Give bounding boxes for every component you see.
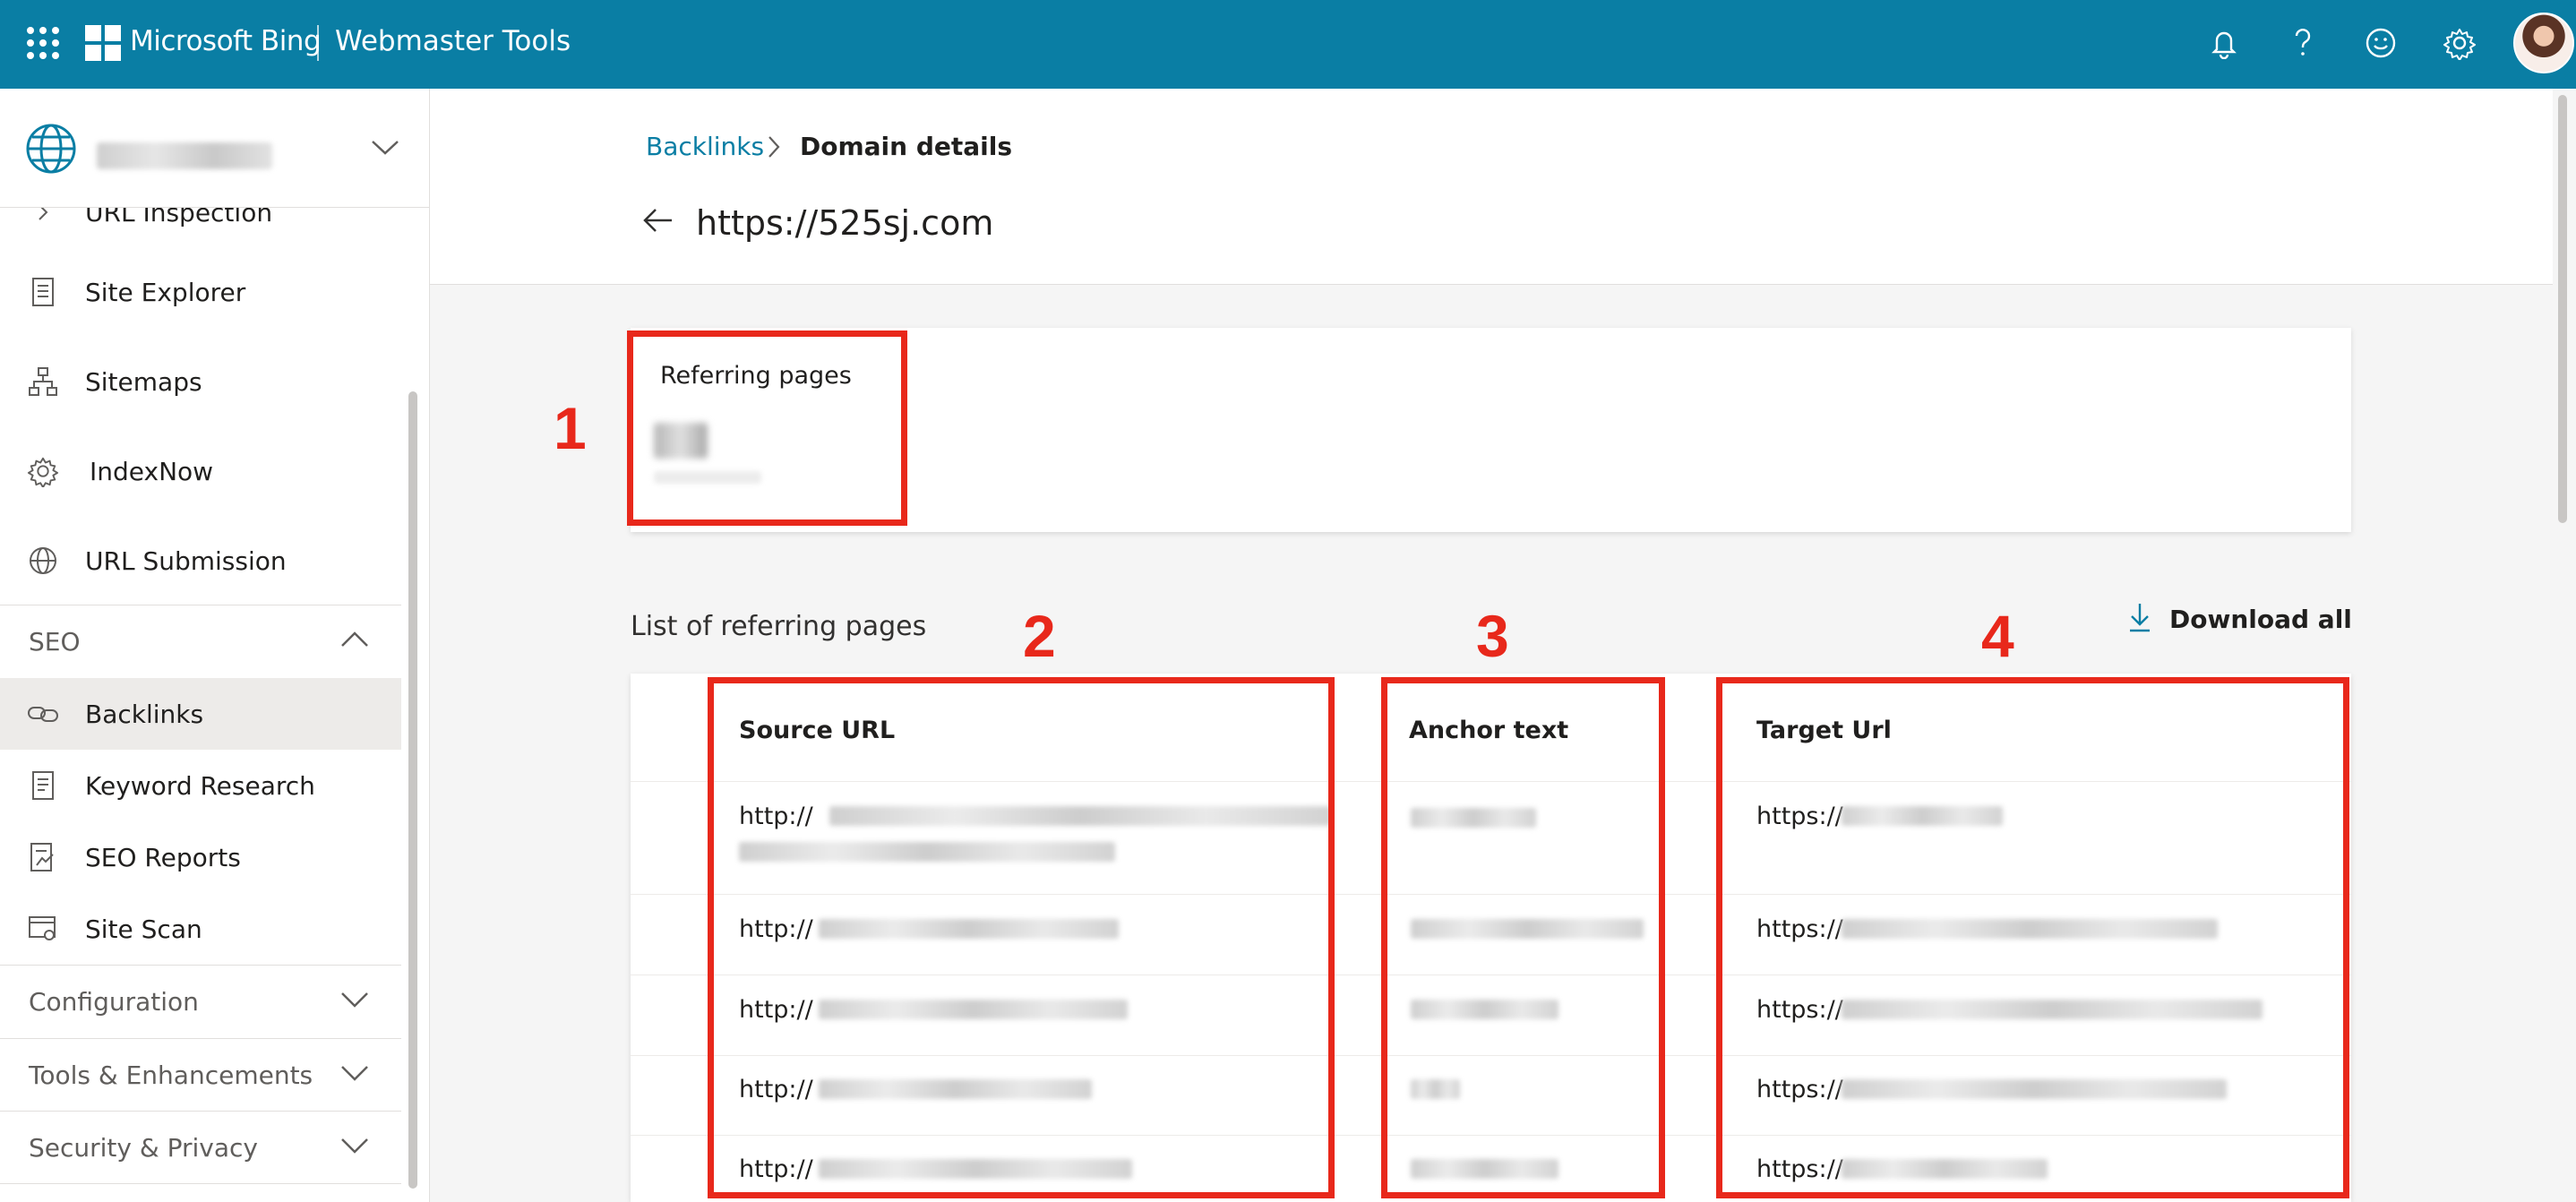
brand-name[interactable]: Microsoft Bing	[130, 25, 322, 57]
sidebar-item-label: Site Explorer	[85, 277, 246, 307]
brand-divider	[317, 25, 319, 61]
report-icon	[27, 841, 59, 873]
help-icon[interactable]	[2283, 23, 2323, 63]
sidebar: URL Inspection Site Explorer Sitemaps In…	[0, 89, 430, 1202]
sidebar-item-label: Keyword Research	[85, 770, 315, 801]
globe-icon	[27, 545, 59, 577]
sidebar-item-seo-reports[interactable]: SEO Reports	[0, 821, 401, 893]
site-name-redacted	[97, 142, 272, 169]
top-bar: Microsoft Bing Webmaster Tools	[0, 0, 2576, 89]
sidebar-item-label: URL Submission	[85, 545, 287, 576]
page-header: Backlinks Domain details https://525sj.c…	[430, 89, 2553, 285]
annotation-box-source-url	[708, 677, 1335, 1198]
chevron-down-icon	[339, 1135, 371, 1160]
globe-icon	[25, 123, 77, 178]
sidebar-item-label: Backlinks	[85, 699, 204, 729]
sidebar-section-configuration[interactable]: Configuration	[0, 965, 401, 1037]
breadcrumb-current: Domain details	[800, 132, 1013, 161]
chevron-down-icon	[339, 989, 371, 1014]
download-icon	[2128, 602, 2151, 636]
sidebar-item-label: Sitemaps	[85, 366, 202, 397]
sidebar-item-sitemaps[interactable]: Sitemaps	[0, 346, 401, 417]
annotation-number-4: 4	[1981, 603, 2014, 669]
list-title: List of referring pages	[631, 611, 927, 642]
annotation-box-referring-pages	[627, 331, 907, 526]
site-scan-icon	[27, 913, 59, 945]
sitemap-icon	[27, 365, 59, 398]
site-selector[interactable]	[0, 89, 429, 208]
sidebar-section-security-privacy[interactable]: Security & Privacy	[0, 1111, 401, 1184]
annotation-box-target-url	[1716, 677, 2349, 1198]
chevron-right-icon	[765, 133, 783, 164]
sidebar-item-site-scan[interactable]: Site Scan	[0, 893, 401, 965]
apps-icon[interactable]	[27, 27, 59, 59]
section-label: Configuration	[29, 986, 199, 1017]
document-icon	[27, 769, 59, 802]
microsoft-logo-icon	[85, 25, 121, 61]
site-explorer-icon	[27, 276, 59, 308]
gear-icon	[27, 455, 59, 487]
back-arrow-icon[interactable]	[641, 205, 675, 239]
sidebar-item-label: SEO Reports	[85, 842, 241, 872]
product-name[interactable]: Webmaster Tools	[335, 25, 571, 57]
sidebar-item-label: IndexNow	[90, 456, 214, 486]
sidebar-item-url-submission[interactable]: URL Submission	[0, 525, 401, 597]
sidebar-item-indexnow[interactable]: IndexNow	[0, 435, 401, 507]
download-all-label: Download all	[2169, 604, 2352, 634]
sidebar-item-keyword-research[interactable]: Keyword Research	[0, 750, 401, 821]
page-scrollbar[interactable]	[2558, 95, 2567, 523]
link-icon	[27, 698, 59, 730]
user-avatar[interactable]	[2513, 13, 2574, 73]
settings-gear-icon[interactable]	[2440, 23, 2479, 63]
section-label: SEO	[29, 626, 81, 657]
chevron-up-icon	[339, 629, 371, 654]
sidebar-section-tools-enhancements[interactable]: Tools & Enhancements	[0, 1038, 401, 1111]
chevron-down-icon[interactable]	[369, 135, 401, 162]
sidebar-scrollbar[interactable]	[408, 391, 417, 1189]
chevron-down-icon	[339, 1062, 371, 1087]
page-title: https://525sj.com	[696, 203, 994, 243]
breadcrumb-backlinks-link[interactable]: Backlinks	[646, 132, 764, 161]
feedback-smiley-icon[interactable]	[2361, 23, 2400, 63]
sidebar-item-backlinks[interactable]: Backlinks	[0, 678, 401, 750]
section-label: Security & Privacy	[29, 1132, 258, 1163]
sidebar-section-seo[interactable]: SEO	[0, 605, 401, 677]
download-all-button[interactable]: Download all	[2128, 602, 2352, 636]
sidebar-item-label: Site Scan	[85, 914, 202, 944]
annotation-box-anchor-text	[1381, 677, 1665, 1198]
annotation-number-1: 1	[554, 395, 587, 461]
annotation-number-2: 2	[1023, 603, 1056, 669]
annotation-number-3: 3	[1476, 603, 1509, 669]
section-label: Tools & Enhancements	[29, 1060, 313, 1090]
sidebar-item-site-explorer[interactable]: Site Explorer	[0, 256, 401, 328]
bell-icon[interactable]	[2204, 23, 2244, 63]
